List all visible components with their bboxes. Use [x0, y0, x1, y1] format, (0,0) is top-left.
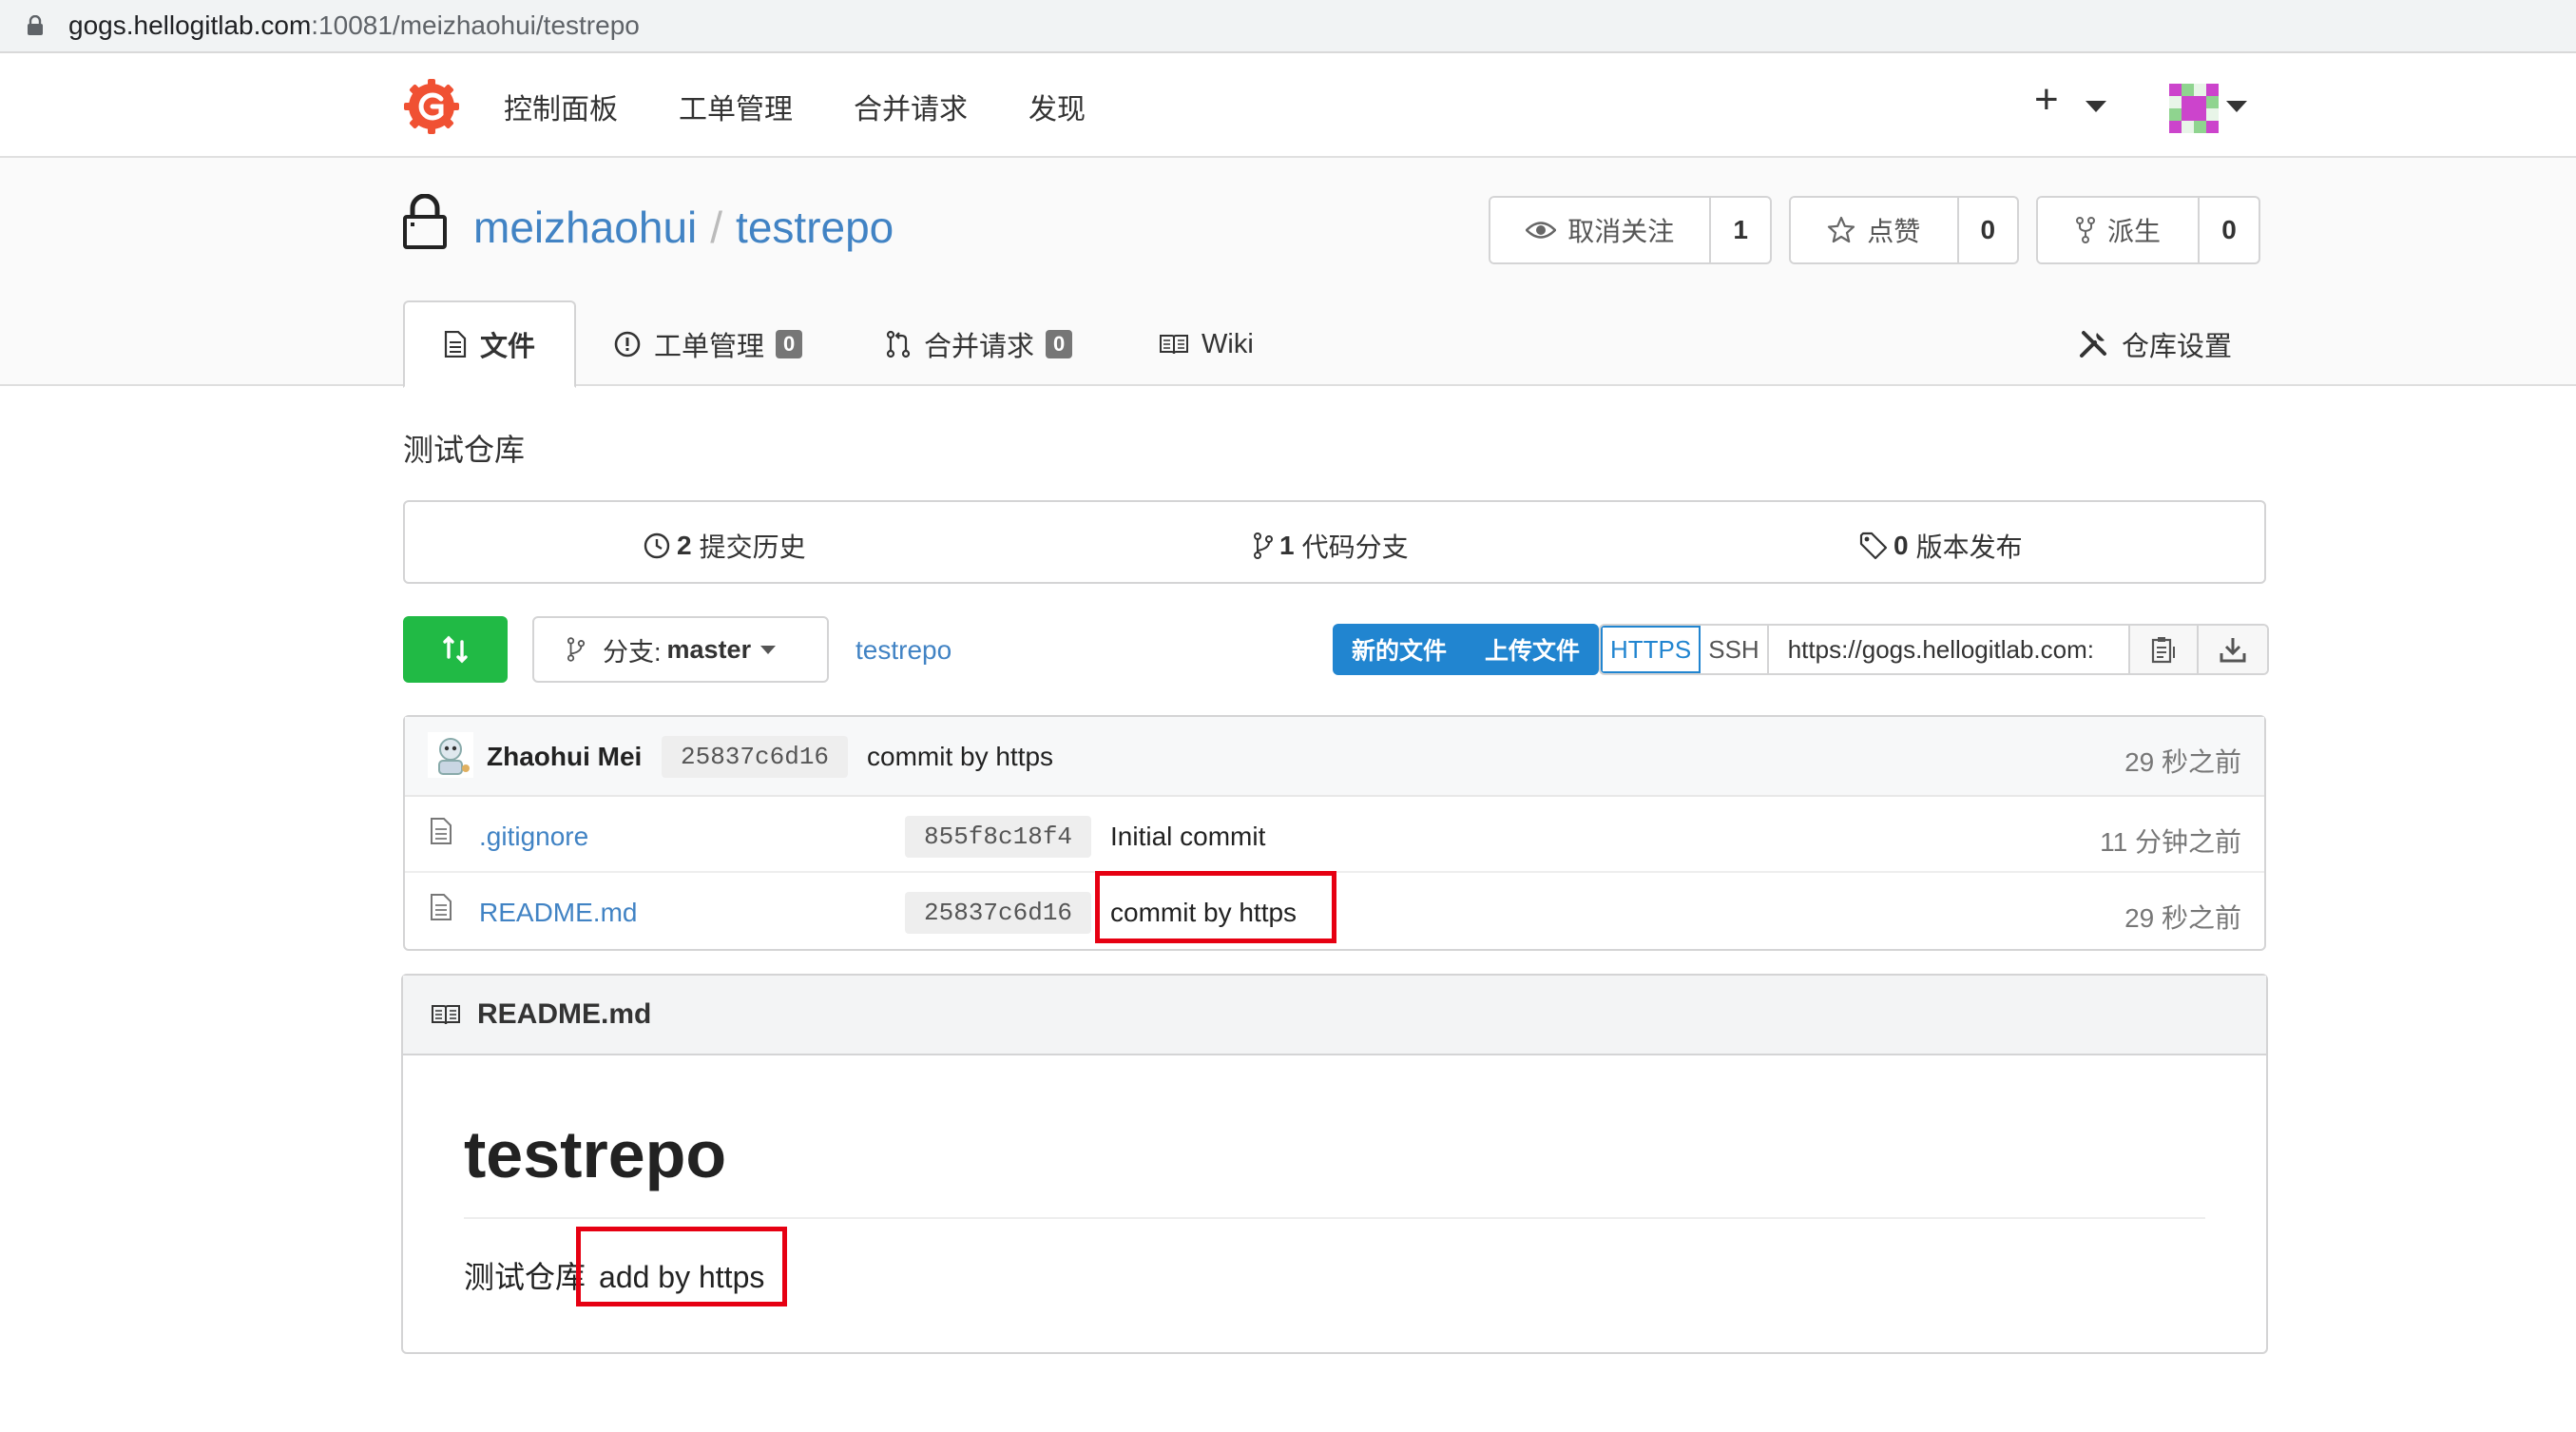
commits-stat-link[interactable]: 2 提交历史: [643, 527, 806, 565]
nav-dashboard[interactable]: 控制面板: [504, 86, 618, 127]
ssh-toggle-button[interactable]: SSH: [1701, 626, 1769, 673]
star-button[interactable]: 点赞: [1791, 198, 1959, 262]
upload-file-button[interactable]: 上传文件: [1466, 624, 1599, 675]
issues-count-badge: 0: [776, 330, 803, 358]
watch-count[interactable]: 1: [1711, 198, 1770, 262]
readme-header: README.md: [403, 976, 2266, 1055]
clipboard-icon: [2151, 637, 2175, 664]
git-branch-icon: [1254, 532, 1273, 559]
history-icon: [644, 532, 670, 559]
create-new-button[interactable]: +: [2034, 76, 2059, 124]
fork-button-group: 派生 0: [2036, 196, 2260, 264]
private-lock-icon: [403, 194, 447, 249]
tab-settings[interactable]: 仓库设置: [2078, 300, 2232, 388]
clone-url-group: HTTPS SSH https://gogs.hellogitlab.com:: [1599, 624, 2269, 675]
file-commit-time: 29 秒之前: [2124, 903, 2241, 933]
file-text-icon: [444, 331, 467, 358]
tab-issues[interactable]: 工单管理 0: [614, 300, 803, 388]
readme-heading: testrepo: [464, 1117, 727, 1191]
repo-description: 测试仓库: [403, 433, 526, 467]
repo-title: meizhaohui / testrepo: [473, 202, 894, 253]
compare-pull-button[interactable]: [403, 616, 508, 683]
new-file-button[interactable]: 新的文件: [1333, 624, 1466, 675]
issue-opened-icon: [614, 331, 641, 358]
tab-wiki[interactable]: Wiki: [1160, 300, 1254, 388]
branch-dropdown[interactable]: 分支: master: [532, 616, 829, 683]
eye-icon: [1526, 222, 1557, 239]
chevron-down-icon[interactable]: [2086, 101, 2106, 112]
repo-stats-bar: 2 提交历史 1 代码分支 0 版本发布: [403, 500, 2266, 584]
file-actions-group: 新的文件 上传文件: [1333, 624, 1600, 675]
unwatch-button[interactable]: 取消关注: [1490, 198, 1712, 262]
star-button-group: 点赞 0: [1789, 196, 2019, 264]
top-navbar: 控制面板 工单管理 合并请求 发现 +: [0, 55, 2576, 158]
file-link[interactable]: .gitignore: [479, 822, 588, 852]
lock-icon: [28, 15, 43, 35]
tag-icon: [1859, 532, 1888, 560]
latest-commit-row: Zhaohui Mei 25837c6d16 commit by https 2…: [405, 717, 2264, 797]
repo-title-separator: /: [710, 203, 723, 252]
download-icon: [2220, 638, 2246, 663]
tab-pull-requests[interactable]: 合并请求 0: [886, 300, 1073, 388]
branches-stat-link[interactable]: 1 代码分支: [1253, 527, 1409, 565]
fork-count[interactable]: 0: [2200, 198, 2259, 262]
file-commit-sha[interactable]: 25837c6d16: [905, 892, 1092, 934]
file-commit-sha[interactable]: 855f8c18f4: [905, 816, 1092, 858]
book-icon: [432, 1005, 460, 1025]
file-text-icon: [431, 894, 452, 920]
tab-files[interactable]: 文件: [403, 300, 576, 388]
git-compare-icon: [443, 635, 468, 664]
nav-pulls[interactable]: 合并请求: [854, 86, 968, 127]
fork-icon: [2075, 217, 2095, 243]
repo-owner-link[interactable]: meizhaohui: [473, 203, 697, 252]
pulls-count-badge: 0: [1046, 330, 1073, 358]
commit-sha-button[interactable]: 25837c6d16: [662, 736, 849, 778]
download-archive-button[interactable]: [2198, 626, 2267, 673]
https-toggle-button[interactable]: HTTPS: [1601, 626, 1701, 673]
author-avatar[interactable]: [428, 732, 473, 778]
file-text-icon: [431, 818, 452, 844]
tools-icon: [2080, 331, 2106, 358]
nav-issues[interactable]: 工单管理: [679, 86, 793, 127]
commit-message[interactable]: commit by https: [867, 742, 1053, 772]
table-row: .gitignore 855f8c18f4 Initial commit 11 …: [405, 797, 2264, 873]
gogs-logo-icon[interactable]: [403, 78, 460, 135]
highlight-box: [576, 1227, 787, 1306]
file-commit-time: 11 分钟之前: [2100, 827, 2241, 857]
git-branch-icon: [567, 637, 586, 662]
url-text: gogs.hellogitlab.com:10081/meizhaohui/te…: [68, 10, 640, 40]
watch-button-group: 取消关注 1: [1489, 196, 1772, 264]
file-link[interactable]: README.md: [479, 898, 637, 928]
git-pull-request-icon: [886, 330, 911, 358]
user-avatar[interactable]: [2169, 84, 2219, 133]
clone-url-input[interactable]: https://gogs.hellogitlab.com:: [1769, 626, 2130, 673]
star-icon: [1828, 216, 1855, 243]
releases-stat-link[interactable]: 0 版本发布: [1859, 527, 2023, 565]
fork-button[interactable]: 派生: [2038, 198, 2200, 262]
copy-url-button[interactable]: [2129, 626, 2199, 673]
star-count[interactable]: 0: [1959, 198, 2017, 262]
address-bar[interactable]: gogs.hellogitlab.com:10081/meizhaohui/te…: [0, 0, 2576, 53]
commit-time: 29 秒之前: [2124, 747, 2241, 777]
chevron-down-icon: [760, 645, 777, 654]
book-icon: [1160, 335, 1188, 355]
repo-name-link[interactable]: testrepo: [736, 203, 894, 252]
nav-explore[interactable]: 发现: [1028, 86, 1086, 127]
chevron-down-icon[interactable]: [2226, 101, 2247, 112]
breadcrumb-repo-link[interactable]: testrepo: [855, 635, 952, 666]
highlight-box: [1095, 871, 1336, 943]
readme-divider: [464, 1217, 2205, 1219]
file-commit-message[interactable]: Initial commit: [1110, 822, 1265, 852]
commit-author[interactable]: Zhaohui Mei: [487, 742, 642, 772]
